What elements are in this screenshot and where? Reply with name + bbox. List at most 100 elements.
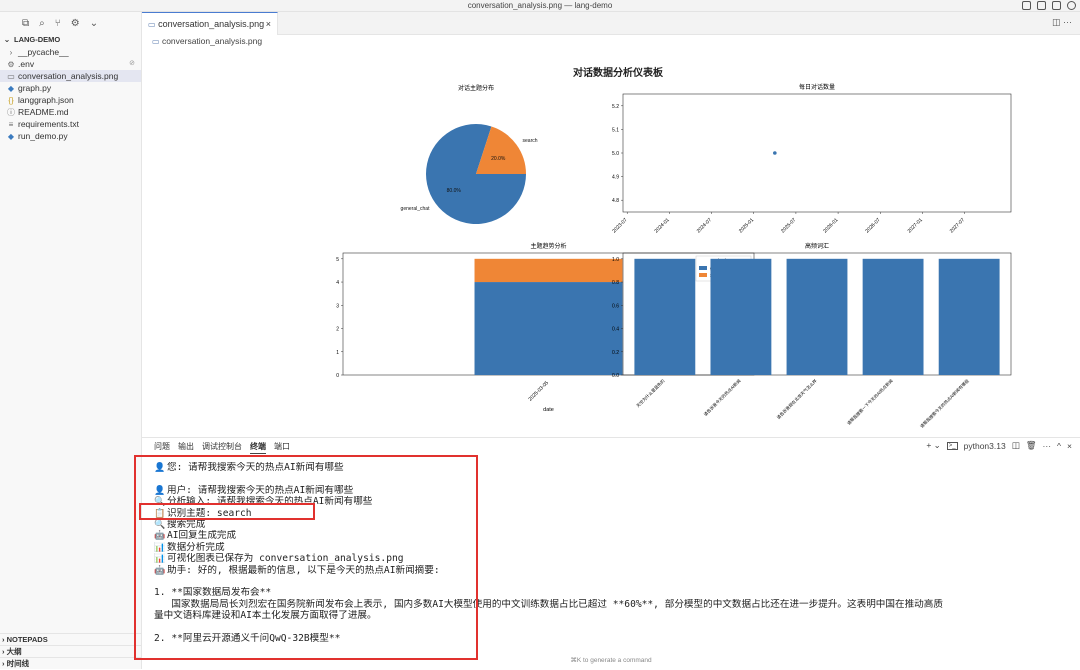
legend-swatch xyxy=(699,273,707,277)
file-tree-item[interactable]: ◆ graph.py xyxy=(0,82,141,94)
terminal-line-text: 可视化图表已保存为 conversation_analysis.png xyxy=(167,553,404,565)
panel-tab[interactable]: 问题 xyxy=(154,440,170,454)
file-tree: › __pycache__ ⚙ .env ⊘ ▭ conversation_analysis… xyxy=(0,46,141,142)
terminal-line: 1. **国家数据局发布会** xyxy=(154,587,1074,598)
file-tree-item[interactable]: ▭ conversation_analysis.png xyxy=(0,70,141,82)
terminal-line-text: 数据分析完成 xyxy=(167,541,225,553)
sidebar-panel-header[interactable]: › NOTEPADS xyxy=(0,633,142,645)
frequency-bar xyxy=(786,258,848,375)
file-name: README.md xyxy=(18,107,69,117)
panel-tab[interactable]: 端口 xyxy=(274,440,290,454)
image-icon: ▭ xyxy=(148,20,156,29)
panel-title: 时间线 xyxy=(6,659,30,668)
command-hint-text: ⌘K to generate a command xyxy=(570,657,652,664)
tab-conversation-analysis[interactable]: ▭ conversation_analysis.png × xyxy=(142,12,278,35)
terminal-line: 🔍 分析输入: 请帮我搜索今天的热点AI新闻有哪些 xyxy=(154,496,1074,507)
chevron-up-icon[interactable]: ^ xyxy=(1057,441,1061,451)
chart-title: 高频词汇 xyxy=(805,242,829,250)
y-tick-label: 3 xyxy=(336,303,339,309)
x-tick-label: 2027-07 xyxy=(949,217,966,234)
x-tick-label: 2025-01 xyxy=(738,217,755,234)
more-actions-icon[interactable]: ··· xyxy=(1063,17,1072,27)
python-icon: ◆ xyxy=(7,132,15,141)
sidebar-panel-header[interactable]: › 大纲 xyxy=(0,645,142,657)
file-tree-item[interactable]: ≡ requirements.txt xyxy=(0,118,141,130)
breadcrumb-file[interactable]: conversation_analysis.png xyxy=(162,36,262,46)
user-icon: 👤 xyxy=(154,485,166,496)
chart-title: 主题趋势分析 xyxy=(530,242,566,250)
window-title: conversation_analysis.png — lang-demo xyxy=(467,1,613,10)
chevron-down-icon: ⌄ xyxy=(3,35,11,44)
y-tick-label: 1.0 xyxy=(612,257,619,263)
files-icon[interactable]: ⧉ xyxy=(22,18,29,29)
new-terminal-icon[interactable]: + ⌄ xyxy=(926,440,940,451)
terminal-line-text: 国家数据局局长刘烈宏在国务院新闻发布会上表示, 国内多数AI大模型使用的中文训练… xyxy=(154,598,943,610)
settings-gear-icon[interactable] xyxy=(1067,1,1076,10)
pie-value-label: 80.0% xyxy=(447,188,462,194)
panel-tab-bar: 问题 输出 调试控制台 终端 端口 xyxy=(154,440,290,454)
panel-tab[interactable]: 输出 xyxy=(178,440,194,454)
source-control-icon[interactable]: ⑂ xyxy=(55,18,61,29)
trash-icon[interactable]: 🗑 xyxy=(1026,440,1037,451)
pie-value-label: 20.0% xyxy=(491,156,506,162)
y-tick-label: 4 xyxy=(336,280,339,286)
chevron-down-icon[interactable]: ⌄ xyxy=(90,18,98,29)
split-terminal-icon[interactable]: ◫ xyxy=(1012,440,1020,451)
stacked-bar-segment xyxy=(474,282,623,375)
extensions-icon[interactable]: ⚙ xyxy=(71,18,80,29)
legend-swatch xyxy=(699,266,707,270)
frequency-bar xyxy=(710,258,772,375)
file-tree-item[interactable]: › __pycache__ xyxy=(0,46,141,58)
pie-chart: 对话主题分布 80.0% general_chat 20.0% search xyxy=(401,84,538,224)
terminal-line-text: 1. **国家数据局发布会** xyxy=(154,587,272,599)
frequency-bar xyxy=(634,258,696,375)
search-icon: 🔍 xyxy=(154,497,166,508)
plot-frame xyxy=(622,93,1012,213)
dashboard-image: 对话数据分析仪表板 对话主题分布 80.0% general_chat 20.0% se… xyxy=(336,66,1012,430)
terminal-output[interactable]: 👤 您: 请帮我搜索今天的热点AI新闻有哪些 👤 用户: 请帮我搜索今天的热点AI新闻… xyxy=(154,462,1074,644)
file-tree-item[interactable]: ⚙ .env ⊘ xyxy=(0,58,141,70)
toggle-sidebar-icon[interactable] xyxy=(1022,1,1031,10)
ignored-badge-icon: ⊘ xyxy=(129,60,135,67)
y-tick-label: 0.0 xyxy=(612,373,619,379)
split-editor-icon[interactable]: ◫ xyxy=(1052,17,1061,27)
command-hint: ⌘K to generate a command xyxy=(142,652,1080,669)
terminal-shell-label[interactable]: python3.13 xyxy=(964,441,1006,451)
extension-icon[interactable] xyxy=(1052,1,1061,10)
close-icon[interactable]: × xyxy=(266,13,271,35)
file-tree-item[interactable]: ◆ run_demo.py xyxy=(0,130,141,142)
memo-icon: 📋 xyxy=(154,508,166,519)
search-icon[interactable]: ⌕ xyxy=(39,18,45,29)
pie-category-label: search xyxy=(523,138,538,144)
y-tick-label: 0.2 xyxy=(612,350,619,356)
y-tick-label: 5 xyxy=(336,257,339,263)
terminal-line-text: 2. **阿里云开源通义千问QwQ-32B模型** xyxy=(154,632,341,644)
y-tick-label: 5.0 xyxy=(612,151,619,157)
toggle-panel-icon[interactable] xyxy=(1037,1,1046,10)
file-tree-item[interactable]: ⓘ README.md xyxy=(0,106,141,118)
x-tick-label: 2025-07 xyxy=(780,217,797,234)
panel-tab[interactable]: 终端 xyxy=(250,440,266,454)
y-tick-label: 5.2 xyxy=(612,104,619,110)
x-tick-label: 2026-01 xyxy=(822,217,839,234)
pie-category-label: general_chat xyxy=(401,206,431,212)
terminal-line: 量中文语料库建设和AI本土化发展方面取得了进展。 xyxy=(154,610,1074,621)
x-tick-label: 请告诉我今天的热点AI新闻 xyxy=(702,377,742,417)
editor-tab-bar: ▭ conversation_analysis.png × ◫ ··· xyxy=(142,12,1080,35)
chart-title: 每日对话数量 xyxy=(799,83,835,91)
panel-tab[interactable]: 调试控制台 xyxy=(202,440,242,454)
x-tick-label: 2023-07 xyxy=(611,217,628,234)
editor-area: ▭ conversation_analysis.png × ◫ ··· ▭ co… xyxy=(142,12,1080,437)
file-tree-item[interactable]: {} langgraph.json xyxy=(0,94,141,106)
dashboard-title: 对话数据分析仪表板 xyxy=(573,66,664,79)
terminal-line: 👤 您: 请帮我搜索今天的热点AI新闻有哪些 xyxy=(154,462,1074,473)
close-icon[interactable]: × xyxy=(1067,441,1072,451)
more-icon[interactable]: ··· xyxy=(1043,441,1052,451)
tab-label: conversation_analysis.png xyxy=(158,19,265,29)
sidebar-panel-header[interactable]: › 时间线 xyxy=(0,657,142,669)
file-name: .env xyxy=(18,59,35,69)
sidebar-action-bar: ⧉ ⌕ ⑂ ⚙ ⌄ xyxy=(0,12,141,34)
explorer-root[interactable]: ⌄ LANG-DEMO xyxy=(0,34,141,46)
x-tick-label: 请帮我搜索今天的热点AI新闻有哪些 xyxy=(918,377,970,429)
x-tick-label: 2025-03-05 xyxy=(528,380,550,402)
